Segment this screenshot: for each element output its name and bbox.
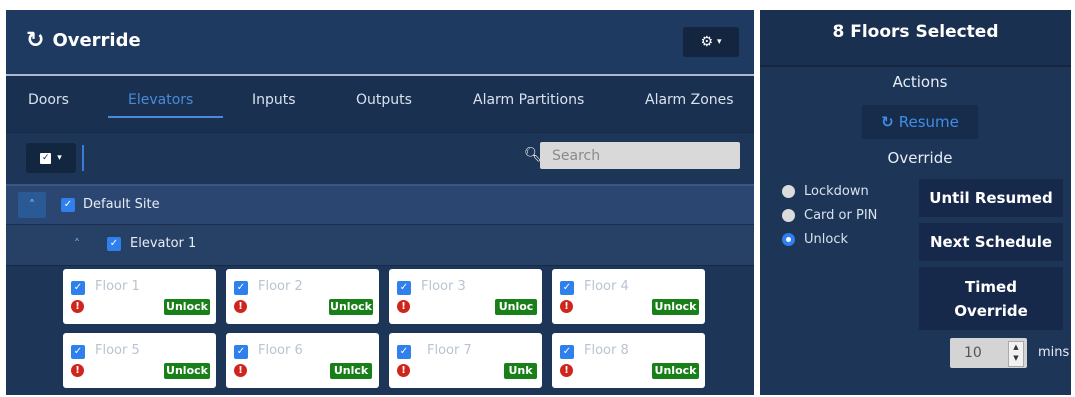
floor-card[interactable]: ✓ Floor 4 ! Unlock bbox=[552, 269, 705, 324]
collapse-site-button[interactable]: ˄ bbox=[18, 192, 46, 218]
radio-circle[interactable] bbox=[782, 209, 795, 222]
floor-card[interactable]: ✓ Floor 8 ! Unlock bbox=[552, 333, 705, 388]
floor-checkbox[interactable]: ✓ bbox=[560, 281, 574, 295]
resume-label: Resume bbox=[898, 113, 959, 131]
floor-checkbox[interactable]: ✓ bbox=[397, 281, 411, 295]
site-label: Default Site bbox=[83, 197, 160, 212]
floor-card[interactable]: ✓ Floor 1 ! Unlock bbox=[63, 269, 216, 324]
floor-card[interactable]: ✓ Floor 6 ! Unlck bbox=[226, 333, 379, 388]
tab-outputs[interactable]: Outputs bbox=[356, 92, 412, 108]
text-cursor bbox=[82, 145, 84, 171]
alert-icon: ! bbox=[234, 300, 247, 313]
radio-label: Card or PIN bbox=[804, 208, 878, 223]
tab-elevators[interactable]: Elevators bbox=[128, 92, 193, 108]
status-badge: Unlock bbox=[164, 363, 210, 379]
floor-name: Floor 4 bbox=[584, 279, 629, 294]
status-badge: Unlock bbox=[652, 299, 699, 315]
floor-checkbox[interactable]: ✓ bbox=[234, 281, 248, 295]
elevator-checkbox[interactable]: ✓ bbox=[107, 237, 121, 251]
floor-name: Floor 7 bbox=[427, 343, 472, 358]
chevron-up-icon[interactable]: ˄ bbox=[74, 237, 80, 251]
resume-button[interactable]: ↻ Resume bbox=[862, 105, 978, 139]
status-badge: Unlock bbox=[652, 363, 699, 379]
status-badge: Unlock bbox=[329, 299, 373, 315]
floor-checkbox[interactable]: ✓ bbox=[560, 345, 574, 359]
radio-circle[interactable] bbox=[782, 185, 795, 198]
radio-lockdown[interactable]: Lockdown bbox=[782, 184, 869, 199]
floor-checkbox[interactable]: ✓ bbox=[397, 345, 411, 359]
alert-icon: ! bbox=[397, 364, 410, 377]
minutes-stepper[interactable]: 10 ▲ ▼ bbox=[950, 338, 1027, 368]
alert-icon: ! bbox=[234, 364, 247, 377]
alert-icon: ! bbox=[560, 300, 573, 313]
site-checkbox[interactable]: ✓ bbox=[61, 198, 75, 212]
radio-circle[interactable] bbox=[782, 233, 795, 246]
floor-name: Floor 6 bbox=[258, 343, 303, 358]
search-input[interactable] bbox=[540, 142, 740, 169]
floor-card[interactable]: ✓ Floor 7 ! Unk bbox=[389, 333, 542, 388]
floor-name: Floor 1 bbox=[95, 279, 140, 294]
actions-label: Actions bbox=[892, 73, 948, 91]
until-resumed-button[interactable]: Until Resumed bbox=[919, 179, 1063, 217]
status-badge: Unlck bbox=[330, 363, 372, 379]
floor-checkbox[interactable]: ✓ bbox=[234, 345, 248, 359]
floor-card[interactable]: ✓ Floor 3 ! Unloc bbox=[389, 269, 542, 324]
spinner-arrows-icon[interactable]: ▲ ▼ bbox=[1008, 341, 1024, 367]
elevator-row: ˄ ✓ Elevator 1 bbox=[6, 224, 754, 266]
chevron-up-icon: ˄ bbox=[29, 198, 35, 212]
radio-card-or-pin[interactable]: Card or PIN bbox=[782, 208, 877, 223]
status-badge: Unlock bbox=[164, 299, 210, 315]
alert-icon: ! bbox=[397, 300, 410, 313]
minutes-value[interactable]: 10 bbox=[964, 345, 982, 361]
tab-inputs[interactable]: Inputs bbox=[252, 92, 296, 108]
floor-name: Floor 3 bbox=[421, 279, 466, 294]
timed-override-button[interactable]: Timed Override bbox=[919, 267, 1063, 330]
tab-doors[interactable]: Doors bbox=[28, 92, 69, 108]
site-row: ˄ ✓ Default Site bbox=[6, 184, 754, 226]
radio-label: Unlock bbox=[804, 232, 848, 247]
page-title: ↻ Override bbox=[26, 28, 141, 53]
floor-name: Floor 5 bbox=[95, 343, 140, 358]
status-badge: Unloc bbox=[495, 299, 537, 315]
minutes-unit: mins bbox=[1038, 345, 1070, 360]
alert-icon: ! bbox=[560, 364, 573, 377]
override-label: Override bbox=[887, 149, 953, 167]
tab-alarm-zones[interactable]: Alarm Zones bbox=[645, 92, 734, 108]
tab-bar: Doors Elevators Inputs Outputs Alarm Par… bbox=[6, 74, 754, 134]
alert-icon: ! bbox=[71, 364, 84, 377]
settings-dropdown-button[interactable]: ⚙ ▾ bbox=[683, 27, 739, 57]
floor-checkbox[interactable]: ✓ bbox=[71, 345, 85, 359]
gear-icon: ⚙ bbox=[700, 34, 714, 50]
floor-checkbox[interactable]: ✓ bbox=[71, 281, 85, 295]
toolbar: ✓ ▾ 🔍︎ bbox=[6, 132, 754, 185]
select-all-dropdown[interactable]: ✓ ▾ bbox=[26, 143, 76, 173]
tab-alarm-partitions[interactable]: Alarm Partitions bbox=[473, 92, 584, 108]
next-schedule-button[interactable]: Next Schedule bbox=[919, 223, 1063, 261]
floor-card[interactable]: ✓ Floor 5 ! Unlock bbox=[63, 333, 216, 388]
elevator-label: Elevator 1 bbox=[130, 236, 197, 251]
active-tab-indicator bbox=[108, 116, 223, 118]
selection-header: 8 Floors Selected bbox=[760, 10, 1071, 67]
chevron-down-icon: ▾ bbox=[717, 37, 722, 47]
status-badge: Unk bbox=[504, 363, 537, 379]
panel-header: ↻ Override ⚙ ▾ bbox=[6, 10, 754, 74]
radio-unlock[interactable]: Unlock bbox=[782, 232, 848, 247]
page-title-text: Override bbox=[52, 30, 141, 51]
chevron-down-icon: ▾ bbox=[57, 153, 62, 163]
override-panel: ↻ Override ⚙ ▾ Doors Elevators Inputs Ou… bbox=[6, 10, 754, 395]
selection-panel: 8 Floors Selected Actions ↻ Resume Overr… bbox=[760, 10, 1071, 395]
checkbox-icon: ✓ bbox=[40, 152, 52, 164]
refresh-icon: ↻ bbox=[26, 28, 45, 53]
radio-label: Lockdown bbox=[804, 184, 869, 199]
refresh-icon: ↻ bbox=[881, 113, 894, 131]
selection-title: 8 Floors Selected bbox=[832, 22, 999, 42]
floor-card[interactable]: ✓ Floor 2 ! Unlock bbox=[226, 269, 379, 324]
alert-icon: ! bbox=[71, 300, 84, 313]
floor-name: Floor 2 bbox=[258, 279, 303, 294]
floor-name: Floor 8 bbox=[584, 343, 629, 358]
